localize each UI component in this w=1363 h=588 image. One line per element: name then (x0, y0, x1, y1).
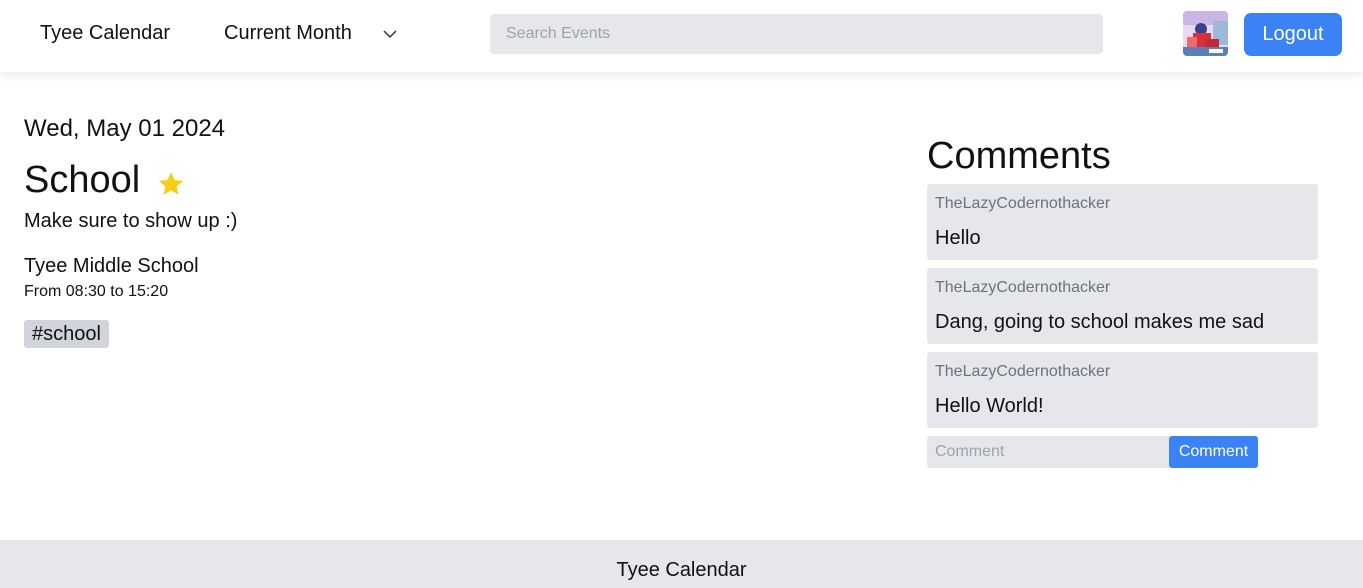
comment-author: TheLazyCodernothacker (935, 195, 1111, 212)
comment-submit-button[interactable]: Comment (1169, 436, 1258, 468)
search-input[interactable] (490, 14, 1103, 54)
brand-link[interactable]: Tyee Calendar (40, 22, 170, 45)
month-select-label: Current Month (224, 22, 352, 44)
event-title-row: School (24, 159, 186, 202)
comment-text: Hello World! (935, 395, 1044, 417)
comment-author: TheLazyCodernothacker (935, 279, 1111, 296)
avatar-image (1183, 11, 1228, 56)
event-date: Wed, May 01 2024 (24, 115, 226, 142)
event-description: Make sure to show up :) (24, 210, 238, 232)
comment-text: Dang, going to school makes me sad (935, 311, 1265, 333)
comment-card: TheLazyCodernothacker Hello (927, 184, 1318, 260)
comment-input[interactable] (927, 436, 1169, 468)
star-icon[interactable] (156, 166, 186, 196)
logout-button[interactable]: Logout (1244, 13, 1342, 56)
footer-text: Tyee Calendar (616, 559, 747, 581)
month-select[interactable]: Current Month (224, 22, 398, 45)
comment-author: TheLazyCodernothacker (935, 363, 1111, 380)
avatar[interactable] (1183, 11, 1228, 56)
event-location: Tyee Middle School (24, 255, 199, 277)
event-title: School (24, 159, 141, 201)
footer: Tyee Calendar (0, 540, 1363, 588)
comment-card: TheLazyCodernothacker Dang, going to sch… (927, 268, 1318, 344)
event-tag[interactable]: #school (24, 320, 109, 348)
comments-title: Comments (927, 135, 1111, 177)
event-time: From 08:30 to 15:20 (24, 283, 169, 300)
chevron-down-icon (382, 26, 398, 42)
comment-card: TheLazyCodernothacker Hello World! (927, 352, 1318, 428)
navbar: Tyee Calendar Current Month Logout (0, 0, 1363, 72)
comment-text: Hello (935, 227, 981, 249)
